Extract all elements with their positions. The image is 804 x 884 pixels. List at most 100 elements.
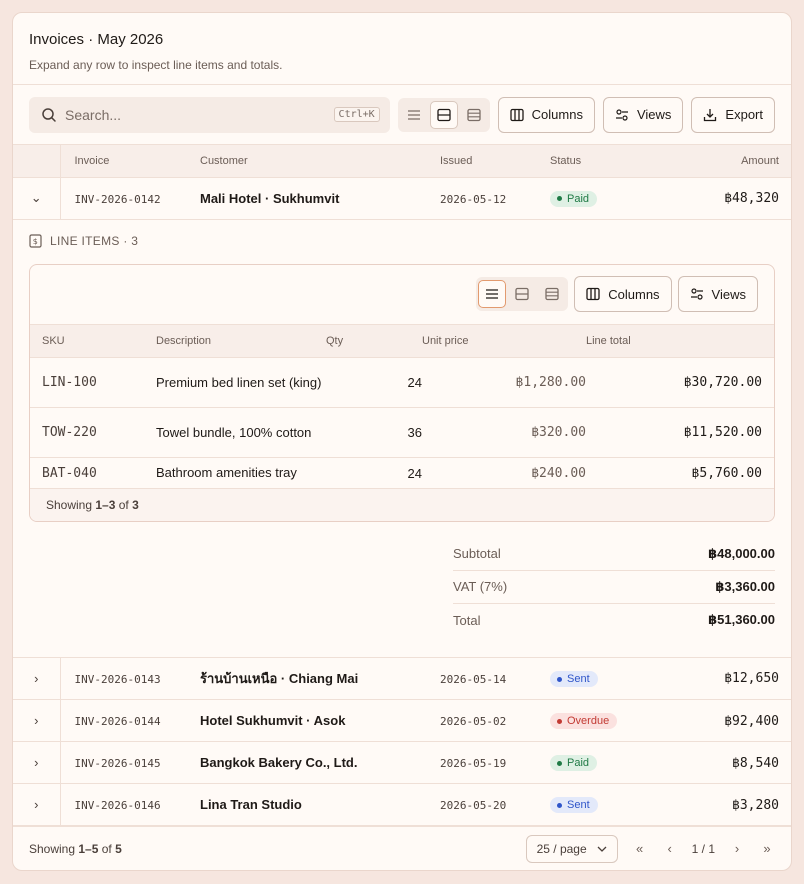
column-header-sku[interactable]: SKU [30, 324, 156, 358]
search-placeholder: Search... [65, 106, 122, 123]
showing-total: 5 [115, 841, 122, 856]
showing-range: 1–5 [78, 841, 99, 856]
unit-price-value: ฿1,280.00 [422, 357, 586, 408]
expand-toggle[interactable]: ⌄ [13, 177, 61, 220]
line-item-row: BAT-040 Bathroom amenities tray 24 ฿240.… [30, 457, 774, 489]
line-items-views-button[interactable]: Views [677, 276, 758, 312]
page-subtitle: Expand any row to inspect line items and… [29, 58, 283, 72]
card-header: Invoices · May 2026 Expand any row to in… [13, 13, 791, 85]
chevron-right-icon: › [34, 755, 39, 770]
status-badge: Paid [550, 190, 598, 207]
customer-name: ร้านบ้านเหนือ · Chiang Mai [200, 670, 359, 686]
per-page-select[interactable]: 25 / page [525, 834, 618, 863]
subtotal-value: ฿48,000.00 [708, 545, 775, 561]
description-value: Bathroom amenities tray [156, 457, 326, 489]
line-items-table: SKU Description Qty Unit price Line tota… [30, 324, 774, 489]
list-comfortable-icon [467, 108, 481, 121]
search-input[interactable]: Search... Ctrl+K [29, 96, 390, 133]
customer-name: Hotel Sukhumvit · Asok [200, 713, 346, 728]
column-header-line-total[interactable]: Line total [586, 324, 774, 358]
last-page-icon[interactable]: » [759, 841, 775, 856]
column-header-status[interactable]: Status [550, 145, 650, 178]
total-value: ฿51,360.00 [708, 612, 775, 627]
column-header-qty[interactable]: Qty [326, 324, 422, 358]
showing-of: of [98, 841, 116, 856]
invoice-id: INV-2026-0144 [74, 715, 161, 728]
description-value: Premium bed linen set (king) [156, 357, 326, 408]
line-total-value: ฿30,720.00 [586, 357, 774, 408]
showing-prefix: Showing [46, 498, 96, 512]
status-text: Sent [567, 673, 590, 685]
views-label: Views [711, 286, 746, 302]
views-button[interactable]: Views [602, 96, 684, 133]
invoice-amount: ฿3,280 [732, 797, 779, 813]
line-item-row: TOW-220 Towel bundle, 100% cotton 36 ฿32… [30, 407, 774, 458]
list-normal-icon [515, 287, 529, 301]
views-label: Views [636, 107, 672, 122]
density-compact-button[interactable] [400, 101, 428, 129]
table-row[interactable]: › INV-2026-0144 Hotel Sukhumvit · Asok 2… [13, 699, 791, 742]
status-dot [557, 760, 562, 766]
status-badge: Overdue [550, 713, 618, 730]
pagination: 25 / page « ‹ 1 / 1 › » [525, 834, 775, 863]
issued-date: 2026-05-20 [440, 799, 507, 812]
expand-toggle[interactable]: › [13, 699, 61, 742]
export-button[interactable]: Export [691, 96, 775, 133]
column-header-invoice[interactable]: Invoice [60, 145, 200, 178]
expand-toggle[interactable]: › [13, 741, 61, 784]
invoices-table-continued: › INV-2026-0143 ร้านบ้านเหนือ · Chiang M… [13, 657, 791, 826]
expand-toggle[interactable]: › [13, 657, 61, 700]
customer-name: Mali Hotel · Sukhumvit [200, 190, 340, 206]
invoices-table: Invoice Customer Issued Status Amount ⌄ … [13, 145, 791, 220]
density-comfortable-button[interactable] [538, 280, 566, 308]
table-row[interactable]: › INV-2026-0143 ร้านบ้านเหนือ · Chiang M… [13, 657, 791, 700]
status-dot [557, 718, 562, 724]
invoice-totals: Subtotal ฿48,000.00 VAT (7%) ฿3,360.00 T… [453, 538, 775, 637]
density-toggle [397, 97, 490, 132]
column-header-unit-price[interactable]: Unit price [422, 324, 586, 358]
table-row[interactable]: › INV-2026-0145 Bangkok Bakery Co., Ltd.… [13, 741, 791, 784]
line-items-footer: Showing 1–3 of 3 [30, 489, 774, 521]
column-header-description[interactable]: Description [156, 324, 326, 358]
page-indicator: 1 / 1 [691, 841, 715, 856]
sku-value: LIN-100 [30, 357, 156, 408]
column-header-amount[interactable]: Amount [650, 145, 791, 178]
density-comfortable-button[interactable] [460, 101, 488, 129]
showing-prefix: Showing [29, 841, 79, 856]
columns-label: Columns [531, 107, 583, 122]
next-page-icon[interactable]: › [729, 841, 745, 856]
line-items-header-row: SKU Description Qty Unit price Line tota… [30, 324, 774, 358]
table-row[interactable]: › INV-2026-0146 Lina Tran Studio 2026-05… [13, 783, 791, 826]
chevron-down-icon [597, 846, 607, 852]
density-normal-button[interactable] [429, 100, 458, 129]
unit-price-value: ฿240.00 [422, 457, 586, 489]
line-total-value: ฿11,520.00 [586, 407, 774, 458]
status-badge: Sent [550, 671, 598, 687]
prev-page-icon[interactable]: ‹ [662, 841, 678, 856]
line-items-columns-button[interactable]: Columns [574, 276, 672, 312]
svg-text:$: $ [33, 237, 38, 246]
vat-row: VAT (7%) ฿3,360.00 [453, 571, 775, 604]
per-page-value: 25 / page [536, 841, 587, 856]
table-row[interactable]: ⌄ INV-2026-0142 Mali Hotel · Sukhumvit 2… [13, 177, 791, 220]
download-icon [704, 108, 717, 121]
density-normal-button[interactable] [508, 280, 536, 308]
vat-value: ฿3,360.00 [715, 578, 775, 594]
showing-of: of [115, 498, 133, 512]
column-header-customer[interactable]: Customer [200, 145, 440, 178]
issued-date: 2026-05-14 [440, 672, 507, 686]
chevron-right-icon: › [34, 797, 39, 812]
total-label: Total [453, 612, 481, 628]
invoice-id: INV-2026-0142 [74, 192, 161, 206]
density-compact-button[interactable] [478, 280, 507, 308]
expand-column-header [13, 145, 61, 178]
expand-toggle[interactable]: › [13, 783, 61, 826]
columns-button[interactable]: Columns [497, 96, 595, 133]
customer-name: Bangkok Bakery Co., Ltd. [200, 755, 358, 770]
page-title: Invoices · May 2026 [29, 31, 164, 48]
first-page-icon[interactable]: « [632, 841, 648, 856]
status-text: Sent [567, 799, 590, 812]
column-header-issued[interactable]: Issued [440, 145, 550, 178]
list-comfortable-icon [545, 287, 559, 301]
line-items-toolbar: Columns Views [30, 265, 774, 325]
